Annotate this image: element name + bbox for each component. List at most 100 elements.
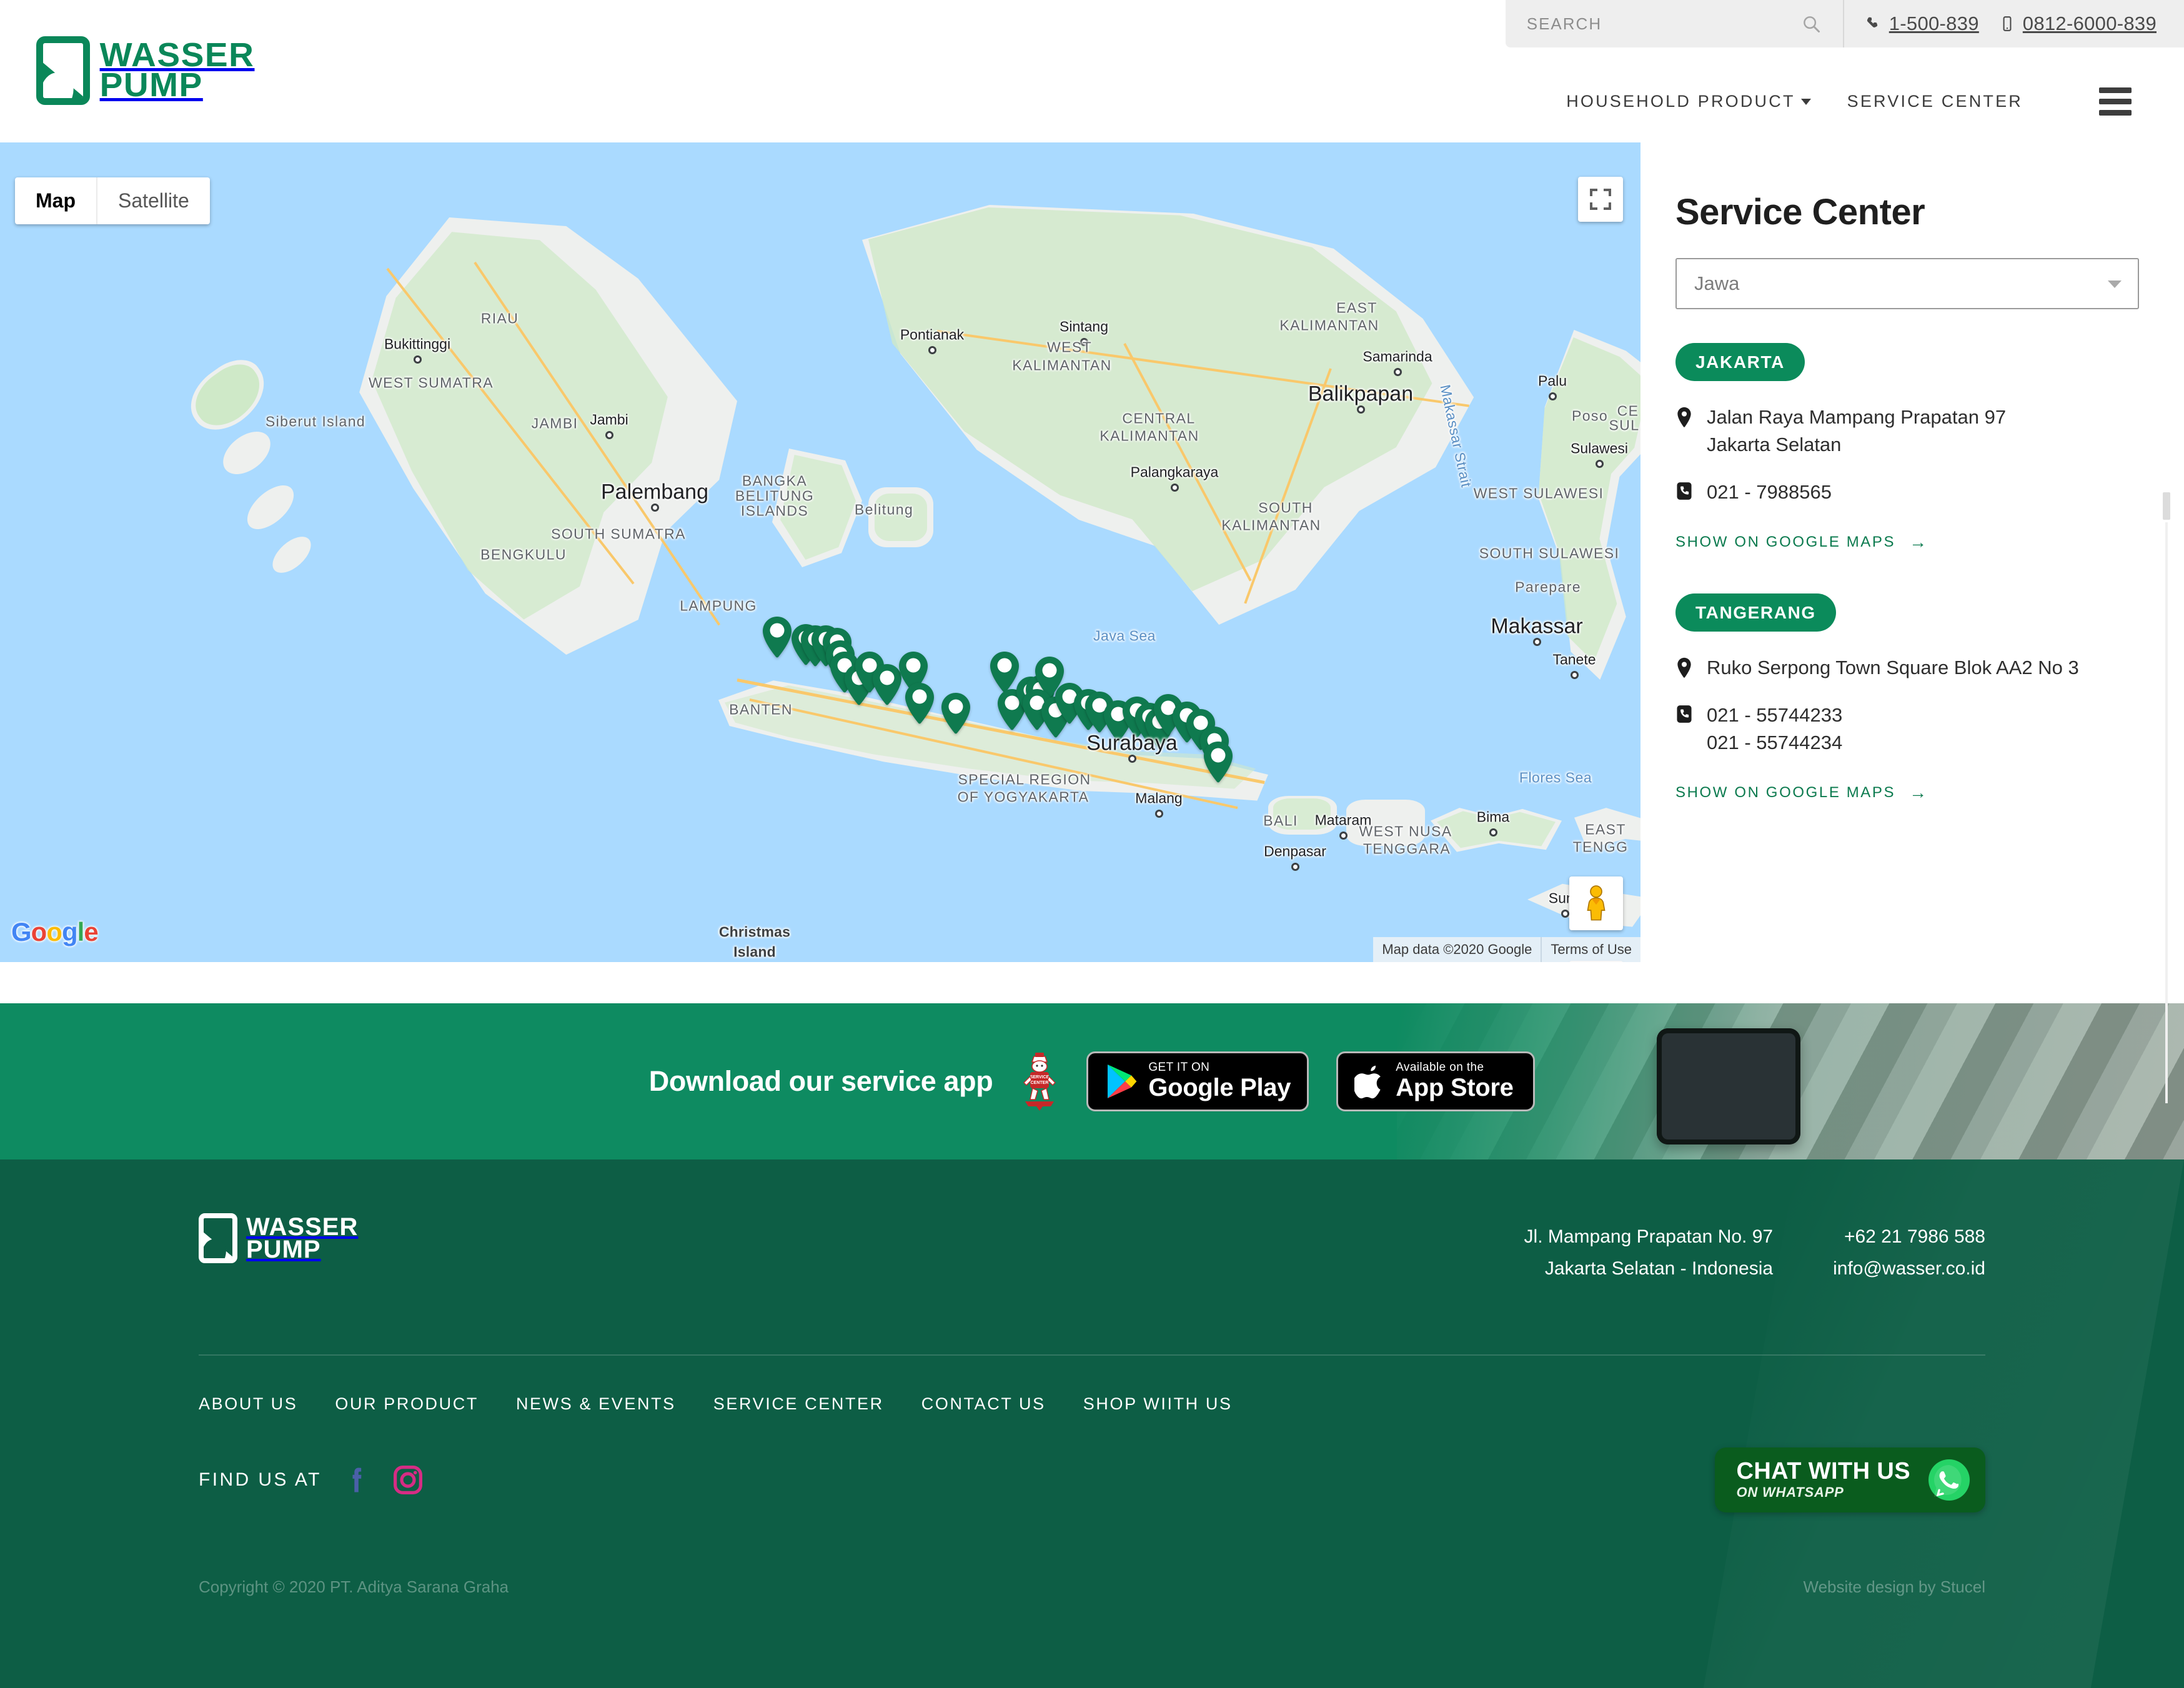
- header-contacts: 1-500-839 0812-6000-839: [1844, 0, 2184, 47]
- pegman-icon: [1587, 885, 1606, 921]
- site-footer: WASSER PUMP Jl. Mampang Prapatan No. 97 …: [0, 1159, 2184, 1688]
- google-play-icon: [1108, 1065, 1137, 1098]
- google-play-labels: GET IT ON Google Play: [1148, 1061, 1291, 1101]
- google-map[interactable]: RIAU Bukittinggi WEST SUMATRA Siberut Islan…: [0, 142, 1640, 962]
- service-center-mascot-icon: SERVICE CENTER: [1023, 1053, 1056, 1111]
- service-center-item: TANGERANG Ruko Serpong Town Square Blok A…: [1675, 593, 2139, 802]
- search-container[interactable]: [1506, 0, 1844, 47]
- map-city-dot: [1561, 910, 1569, 918]
- show-on-google-maps-label: SHOW ON GOOGLE MAPS: [1675, 784, 1896, 802]
- svg-text:SERVICE: SERVICE: [1030, 1075, 1050, 1080]
- chevron-down-icon: [1800, 98, 1811, 105]
- footer-address-line-1: Jl. Mampang Prapatan No. 97: [1524, 1226, 1774, 1247]
- list-fade-overlay: [1640, 925, 2184, 962]
- footer-logo-line-2: PUMP: [246, 1236, 321, 1263]
- footer-nav-link[interactable]: CONTACT US: [921, 1394, 1046, 1414]
- app-store-button[interactable]: Available on the App Store: [1336, 1051, 1536, 1111]
- footer-logo[interactable]: WASSER PUMP: [199, 1213, 358, 1263]
- facebook-icon[interactable]: [340, 1464, 373, 1496]
- map-type-switcher[interactable]: Map Satellite: [15, 177, 210, 224]
- app-store-big-label: App Store: [1396, 1073, 1514, 1101]
- map-marker[interactable]: [1202, 741, 1234, 785]
- search-input[interactable]: [1526, 14, 1795, 34]
- footer-copyright-row: Copyright © 2020 PT. Aditya Sarana Graha…: [199, 1577, 1985, 1597]
- scrollbar-track: [2165, 522, 2168, 1103]
- landline-contact[interactable]: 1-500-839: [1865, 12, 1979, 35]
- landline-number: 1-500-839: [1889, 12, 1979, 34]
- scrollbar-thumb[interactable]: [2163, 492, 2170, 520]
- map-city-dot: [928, 346, 936, 354]
- footer-email[interactable]: info@wasser.co.id: [1833, 1253, 1985, 1284]
- fullscreen-button[interactable]: [1578, 177, 1623, 222]
- chevron-down-icon: [2108, 281, 2122, 288]
- hamburger-menu-icon[interactable]: [2099, 87, 2132, 116]
- service-center-address: Jalan Raya Mampang Prapatan 97 Jakarta Se…: [1707, 404, 2006, 459]
- map-city-dot: [1394, 368, 1402, 376]
- location-pin-icon: [1677, 407, 1691, 427]
- service-center-phones: 021 - 7988565: [1707, 479, 1832, 506]
- map-attribution: Map data ©2020 Google Terms of Use: [1373, 937, 1640, 962]
- service-center-scrollbar[interactable]: [2163, 492, 2170, 1103]
- logo-line-2: PUMP: [99, 66, 203, 104]
- footer-nav-link[interactable]: SERVICE CENTER: [713, 1394, 884, 1414]
- google-logo[interactable]: Google: [11, 917, 99, 947]
- whatsapp-chat-button[interactable]: CHAT WITH US ON WHATSAPP: [1715, 1447, 1985, 1512]
- nav-item-household-product[interactable]: HOUSEHOLD PRODUCT: [1566, 92, 1811, 111]
- nav-label-service-center: SERVICE CENTER: [1847, 92, 2023, 111]
- address-line: Jakarta Selatan: [1707, 434, 1842, 456]
- footer-nav-link[interactable]: SHOP WIITH US: [1083, 1394, 1233, 1414]
- phone-line[interactable]: 021 - 55744234: [1707, 729, 1842, 757]
- footer-nav-link[interactable]: ABOUT US: [199, 1394, 297, 1414]
- site-header: WASSER PUMP 1-500-839: [0, 0, 2184, 142]
- map-marker[interactable]: [761, 616, 793, 660]
- phone-line[interactable]: 021 - 55744233: [1707, 702, 1842, 729]
- footer-address: Jl. Mampang Prapatan No. 97 Jakarta Sela…: [1524, 1221, 1774, 1284]
- search-icon[interactable]: [1802, 14, 1820, 33]
- map-city-dot: [1291, 863, 1299, 871]
- footer-phone[interactable]: +62 21 7986 588: [1833, 1221, 1985, 1253]
- map-city-dot: [1489, 828, 1497, 837]
- map-and-service-center-section: RIAU Bukittinggi WEST SUMATRA Siberut Islan…: [0, 142, 2184, 1103]
- mobile-contact[interactable]: 0812-6000-839: [1999, 12, 2157, 35]
- region-filter-value: Jawa: [1694, 272, 1740, 294]
- map-marker[interactable]: [940, 692, 972, 736]
- terms-of-use-link[interactable]: Terms of Use: [1541, 937, 1640, 962]
- site-logo[interactable]: WASSER PUMP: [36, 36, 254, 105]
- app-store-small-label: Available on the: [1396, 1061, 1484, 1075]
- map-city-dot: [1171, 484, 1179, 492]
- footer-nav-link[interactable]: OUR PRODUCT: [335, 1394, 479, 1414]
- footer-nav-link[interactable]: NEWS & EVENTS: [516, 1394, 676, 1414]
- website-credit[interactable]: Website design by Stucel: [1804, 1577, 1985, 1597]
- map-city-dot: [1533, 638, 1541, 646]
- footer-contact-details: +62 21 7986 588 info@wasser.co.id: [1833, 1221, 1985, 1284]
- show-on-google-maps-link[interactable]: SHOW ON GOOGLE MAPS →: [1675, 784, 1928, 802]
- location-pin-icon: [1675, 404, 1693, 431]
- map-label: Flores Sea: [1519, 769, 1592, 786]
- service-center-phone-row: 021 - 55744233 021 - 55744234: [1675, 702, 2139, 757]
- mobile-number: 0812-6000-839: [2022, 12, 2157, 34]
- chat-button-line-1: CHAT WITH US: [1736, 1458, 1910, 1485]
- vegetation-kalimantan: [868, 207, 1432, 592]
- service-center-list[interactable]: JAKARTA Jalan Raya Mampang Prapatan 97 Jak…: [1675, 343, 2139, 844]
- landmass-mentawai-3: [266, 530, 317, 580]
- nav-item-service-center[interactable]: SERVICE CENTER: [1847, 92, 2023, 111]
- header-utility-bar: 1-500-839 0812-6000-839: [1505, 0, 2184, 47]
- footer-logo-line-1: WASSER: [246, 1213, 359, 1241]
- map-marker[interactable]: [903, 682, 936, 726]
- region-filter-select[interactable]: Jawa: [1675, 258, 2139, 309]
- landmass-lombok: [1346, 800, 1425, 846]
- map-city-dot: [605, 431, 613, 439]
- svg-text:CENTER: CENTER: [1031, 1081, 1049, 1085]
- show-on-google-maps-link[interactable]: SHOW ON GOOGLE MAPS →: [1675, 534, 1928, 551]
- map-type-satellite[interactable]: Satellite: [97, 177, 210, 224]
- street-view-pegman-button[interactable]: [1569, 876, 1623, 930]
- map-city-dot: [1357, 405, 1365, 414]
- map-data-attribution: Map data ©2020 Google: [1382, 941, 1532, 957]
- google-play-button[interactable]: GET IT ON Google Play: [1086, 1051, 1309, 1111]
- phone-line[interactable]: 021 - 7988565: [1707, 479, 1832, 506]
- service-center-panel: Service Center Jawa JAKARTA Jalan Raya Ma…: [1640, 142, 2184, 1103]
- instagram-icon[interactable]: [392, 1464, 424, 1496]
- landmass-mentawai-1: [215, 423, 279, 483]
- map-type-map[interactable]: Map: [15, 177, 97, 224]
- service-center-address: Ruko Serpong Town Square Blok AA2 No 3: [1707, 654, 2079, 682]
